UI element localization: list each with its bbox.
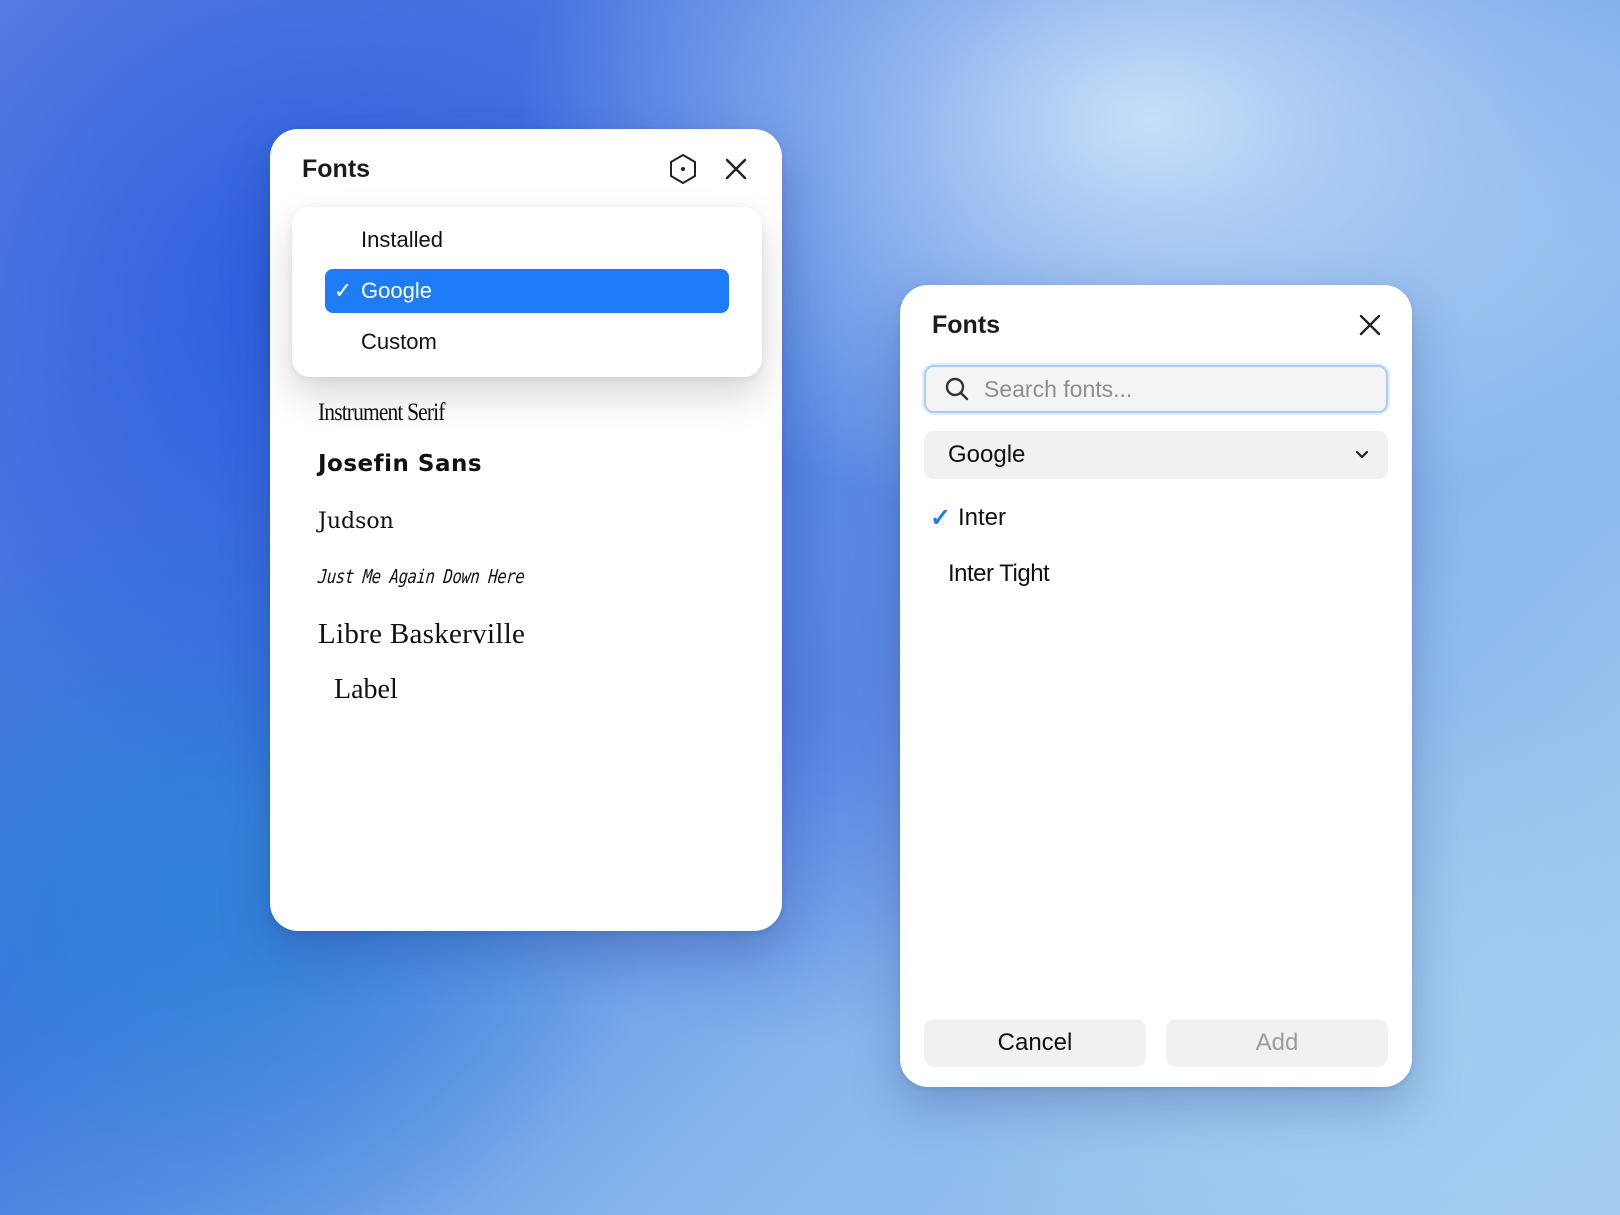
menu-item-google[interactable]: ✓ Google [325, 269, 729, 313]
cancel-button[interactable]: Cancel [924, 1019, 1146, 1067]
menu-item-label: Installed [361, 227, 443, 252]
fonts-panel-left: Fonts Installed ✓ Google Custom Instrume… [270, 129, 782, 931]
menu-item-custom[interactable]: Custom [325, 320, 729, 364]
panel-title: Fonts [302, 155, 371, 183]
fonts-panel-right: Fonts Google ✓ Inter Inter Tight Cancel … [900, 285, 1412, 1087]
menu-item-label: Custom [361, 329, 437, 354]
source-dropdown-menu: Installed ✓ Google Custom [292, 207, 762, 377]
font-item-judson[interactable]: Judson [318, 509, 394, 534]
hexagon-settings-icon [670, 154, 696, 184]
panel-title: Fonts [932, 311, 1001, 339]
font-source-select[interactable]: Google [924, 431, 1388, 479]
menu-item-label: Google [361, 278, 432, 303]
check-icon: ✓ [333, 278, 353, 303]
close-icon [725, 158, 747, 180]
close-button[interactable] [1352, 307, 1388, 343]
search-icon [942, 374, 972, 404]
select-value: Google [948, 441, 1026, 468]
font-item-josefin-sans[interactable]: Josefin Sans [318, 451, 482, 477]
font-result-label: Inter Tight [948, 560, 1050, 587]
font-result-label: Inter [958, 504, 1007, 531]
close-button[interactable] [718, 151, 754, 187]
font-item-instrument-serif[interactable]: Instrument Serif [318, 399, 445, 427]
menu-item-installed[interactable]: Installed [325, 218, 729, 262]
font-item-label[interactable]: Label [334, 674, 398, 706]
chevron-down-icon [1352, 445, 1372, 465]
search-field[interactable] [924, 365, 1388, 413]
settings-button[interactable] [665, 151, 701, 187]
font-result-inter-tight[interactable]: Inter Tight [948, 560, 1050, 588]
search-input[interactable] [982, 374, 1366, 404]
add-button[interactable]: Add [1166, 1019, 1388, 1067]
font-item-just-me-again-down-here[interactable]: Just Me Again Down Here [317, 566, 525, 588]
close-icon [1359, 314, 1381, 336]
check-icon: ✓ [930, 504, 951, 532]
font-item-libre-baskerville[interactable]: Libre Baskerville [318, 618, 525, 651]
font-result-inter[interactable]: ✓ Inter [930, 503, 1006, 533]
